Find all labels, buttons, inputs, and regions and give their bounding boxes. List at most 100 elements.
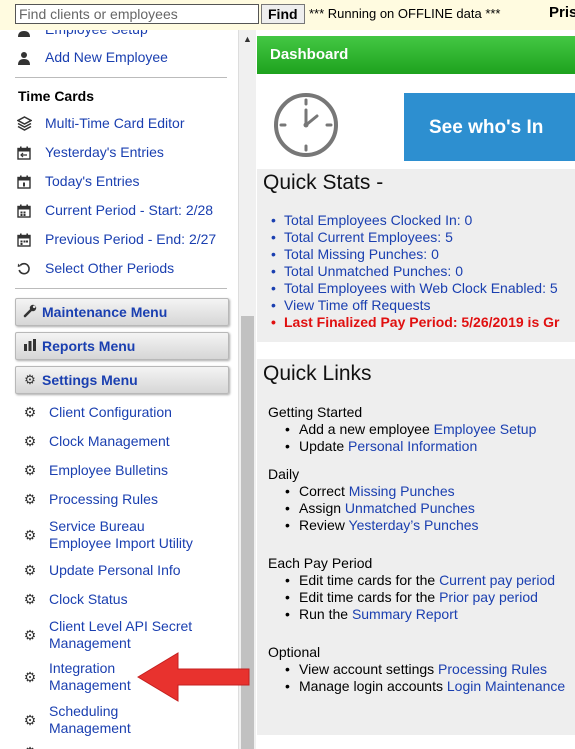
stat-link-missing-punches[interactable]: Total Missing Punches: 0	[271, 246, 559, 263]
section-heading: Getting Started	[268, 404, 363, 420]
top-bar: Find *** Running on OFFLINE data *** Pri…	[0, 0, 575, 30]
sidebar-item-clock-status[interactable]: ⚙ Clock Status	[22, 591, 128, 608]
sidebar-item-scheduling-management[interactable]: ⚙ Scheduling Management	[22, 703, 131, 737]
sidebar-item-label: Employee Bulletins	[49, 462, 169, 478]
current-pay-period-link[interactable]: Current pay period	[439, 572, 555, 588]
sidebar-item-current-period[interactable]: Current Period - Start: 2/28	[15, 202, 213, 219]
sidebar-item-processing-rules[interactable]: ⚙ Processing Rules	[22, 491, 158, 508]
search-input[interactable]	[15, 4, 259, 24]
sidebar-item-label: Service Bureau Employee Import Utility	[49, 518, 193, 551]
sidebar-item-employee-bulletins[interactable]: ⚙ Employee Bulletins	[22, 462, 168, 479]
divider	[15, 77, 227, 78]
sidebar-item-label: Clock Management	[49, 433, 170, 449]
each-pay-period-section: Each Pay Period Edit time cards for the …	[268, 555, 555, 623]
sidebar-item-update-personal-info[interactable]: ⚙ Update Personal Info	[22, 562, 181, 579]
whos-in-banner[interactable]: See who's In	[404, 93, 575, 161]
list-item: Assign Unmatched Punches	[268, 500, 479, 517]
finalized-pay-period-alert[interactable]: Last Finalized Pay Period: 5/26/2019 is …	[271, 314, 559, 331]
find-button[interactable]: Find	[261, 4, 305, 24]
prior-pay-period-link[interactable]: Prior pay period	[439, 589, 538, 605]
person-icon	[15, 30, 33, 38]
maintenance-menu-label: Maintenance Menu	[42, 304, 168, 320]
sidebar-item-service-bureau-import[interactable]: ⚙ Service Bureau Employee Import Utility	[22, 518, 193, 552]
stat-link-current-employees[interactable]: Total Current Employees: 5	[271, 229, 559, 246]
login-maintenance-link[interactable]: Login Maintenance	[447, 678, 565, 694]
list-item: Update Personal Information	[268, 438, 536, 455]
sidebar-item-label: Previous Period - End: 2/27	[45, 231, 217, 247]
sidebar-item-label: Update Personal Info	[49, 562, 181, 578]
time-cards-heading: Time Cards	[18, 88, 94, 104]
wrench-icon	[21, 304, 39, 321]
reports-menu-button[interactable]: Reports Menu	[15, 332, 229, 360]
stat-link-time-off[interactable]: View Time off Requests	[271, 297, 559, 314]
reports-menu-label: Reports Menu	[42, 338, 136, 354]
calendar-icon	[15, 174, 33, 190]
unmatched-punches-link[interactable]: Unmatched Punches	[345, 500, 475, 516]
calendar-icon	[15, 232, 33, 248]
calendar-icon	[15, 145, 33, 161]
sidebar-item-label: Processing Rules	[49, 491, 158, 507]
sidebar-scrollbar[interactable]: ▲	[238, 30, 256, 749]
sidebar-item-multi-time-card-editor[interactable]: Multi-Time Card Editor	[15, 115, 185, 132]
personal-information-link[interactable]: Personal Information	[348, 438, 477, 454]
sidebar-item-add-new-employee[interactable]: Add New Employee	[15, 49, 168, 66]
list-item: Correct Missing Punches	[268, 483, 479, 500]
sidebar-item-yesterdays-entries[interactable]: Yesterday's Entries	[15, 144, 164, 161]
sidebar-item-select-other-periods[interactable]: Select Other Periods	[15, 260, 174, 277]
settings-menu-button[interactable]: ⚙ Settings Menu	[15, 366, 229, 394]
sidebar-item-todays-entries[interactable]: Today's Entries	[15, 173, 140, 190]
section-heading: Optional	[268, 644, 321, 660]
sidebar-item-label: Yesterday's Entries	[45, 144, 164, 160]
stat-link-clocked-in[interactable]: Total Employees Clocked In: 0	[271, 212, 559, 229]
sidebar-item-employee-setup[interactable]: Employee Setup	[15, 30, 148, 38]
gear-icon: ⚙	[23, 433, 37, 449]
missing-punches-link[interactable]: Missing Punches	[349, 483, 455, 499]
sidebar-item-label: Client Level API Secret Management	[49, 618, 193, 651]
list-item: Review Yesterday’s Punches	[268, 517, 479, 534]
bar-chart-icon	[21, 338, 39, 354]
person-icon	[15, 50, 33, 66]
dashboard-header: Dashboard	[257, 36, 575, 74]
gear-icon: ⚙	[23, 462, 37, 478]
quick-stats-list: Total Employees Clocked In: 0 Total Curr…	[271, 212, 559, 331]
sidebar-item-partial[interactable]: ⚙	[22, 744, 49, 749]
sidebar-item-previous-period[interactable]: Previous Period - End: 2/27	[15, 231, 216, 248]
quick-links-title: Quick Links	[263, 362, 372, 385]
summary-report-link[interactable]: Summary Report	[352, 606, 458, 622]
sidebar: Employee Setup Add New Employee Time Car…	[0, 30, 238, 749]
quick-stats-title: Quick Stats -	[263, 171, 384, 194]
gear-icon: ⚙	[24, 372, 36, 387]
processing-rules-link[interactable]: Processing Rules	[438, 661, 547, 677]
gear-icon: ⚙	[23, 562, 37, 578]
layers-icon	[15, 116, 33, 132]
list-item: Edit time cards for the Prior pay period	[268, 589, 555, 606]
gear-icon: ⚙	[23, 491, 37, 507]
list-item: Add a new employee Employee Setup	[268, 421, 536, 438]
sidebar-item-client-level-api-secret[interactable]: ⚙ Client Level API Secret Management	[22, 618, 192, 652]
stat-link-unmatched-punches[interactable]: Total Unmatched Punches: 0	[271, 263, 559, 280]
optional-section: Optional View account settings Processin…	[268, 644, 565, 695]
employee-setup-link[interactable]: Employee Setup	[434, 421, 537, 437]
settings-menu-label: Settings Menu	[42, 372, 138, 388]
calendar-icon	[15, 203, 33, 219]
list-item: Run the Summary Report	[268, 606, 555, 623]
gear-icon: ⚙	[23, 526, 37, 543]
gear-icon: ⚙	[23, 404, 37, 420]
gear-icon: ⚙	[23, 626, 37, 643]
sidebar-item-label: Add New Employee	[45, 49, 168, 65]
sidebar-item-integration-management[interactable]: ⚙ Integration Management	[22, 660, 131, 694]
sidebar-item-clock-management[interactable]: ⚙ Clock Management	[22, 433, 170, 450]
sidebar-item-client-configuration[interactable]: ⚙ Client Configuration	[22, 404, 172, 421]
scroll-up-icon[interactable]: ▲	[239, 34, 256, 44]
sidebar-item-label: Employee Setup	[45, 30, 148, 38]
dashboard-title: Dashboard	[270, 46, 349, 63]
sidebar-item-label: Select Other Periods	[45, 260, 175, 276]
maintenance-menu-button[interactable]: Maintenance Menu	[15, 298, 229, 326]
gear-icon: ⚙	[23, 711, 37, 728]
refresh-icon	[15, 261, 33, 277]
yesterdays-punches-link[interactable]: Yesterday’s Punches	[349, 517, 479, 533]
gear-icon: ⚙	[23, 668, 37, 685]
sidebar-item-label: Today's Entries	[45, 173, 140, 189]
stat-link-web-clock[interactable]: Total Employees with Web Clock Enabled: …	[271, 280, 559, 297]
divider	[15, 288, 227, 289]
